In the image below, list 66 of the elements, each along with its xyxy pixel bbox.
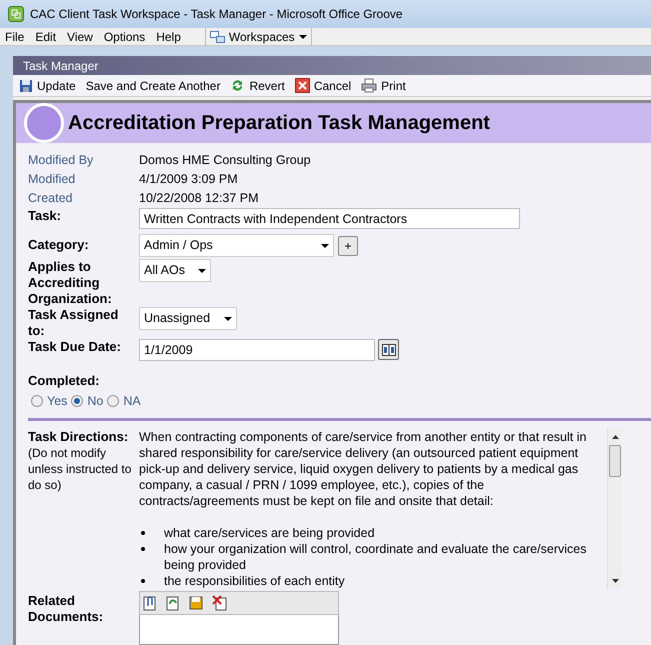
meta-label: Created [28,190,74,208]
radio-button[interactable] [31,395,43,407]
meta-value: Domos HME Consulting Group [139,152,311,170]
menu-item[interactable]: Options [104,28,146,46]
radio-button[interactable] [71,395,84,407]
radio-option[interactable]: Yes [31,392,68,410]
scroll-thumb[interactable] [609,445,621,477]
calendar-icon [382,344,396,356]
menu-item[interactable]: Help [156,28,181,46]
menu-item[interactable]: File [5,28,24,46]
caret-icon [198,268,206,272]
toolbar-button[interactable]: Print [361,76,406,94]
calendar-button[interactable] [378,339,399,360]
close-icon [294,78,310,93]
field-label: Category: [28,237,90,253]
menu-item[interactable]: View [67,28,93,46]
field-label: Task Directions: [28,429,130,445]
bullet-icon [141,579,145,583]
directions-text: When contracting components of care/service from another entity or that result in shared responsibility for care/service delivery (an outsourced patient equipment pick-up and delivery service, liquid oxygen delivery to patients by a medical gas company, a casual / PRN / 1099 employee, etc.), copies of the contracts/agreements must be kept on file and onsite that detail: [139,429,588,509]
due-date-field[interactable]: 1/1/2009 [139,339,375,361]
task-field[interactable]: Written Contracts with Independent Contractors [139,208,520,229]
field-label: Related Documents: [28,593,104,626]
directions-note: (Do not modify unless instructed to do so) [28,445,132,493]
field-label: Completed: [28,373,100,389]
bullet-text: what care/services are being provided [164,525,375,541]
category-dropdown[interactable]: Admin / Ops [139,234,334,257]
meta-value: 10/22/2008 12:37 PM [139,190,259,208]
field-label: Task Due Date: [28,339,122,355]
field-label: Task Assigned to: [28,307,120,339]
field-label: Applies to Accrediting Organization: [28,259,113,307]
field-label: Task: [28,208,62,224]
bullet-icon [141,531,145,535]
radio-option[interactable]: No [71,392,104,410]
save-icon [19,78,33,92]
delete-icon[interactable] [212,595,228,611]
panel-title: Task Manager [23,58,98,74]
scrollbar[interactable] [607,429,622,589]
bullet-text: the responsibilities of each entity [164,573,345,589]
bullet-icon [141,547,145,551]
radio-option[interactable]: NA [107,392,141,410]
toolbar-button[interactable]: Save and Create Another [86,76,220,94]
windows-icon [210,30,225,42]
down-arrow-icon[interactable] [612,579,618,583]
menu-item[interactable]: Edit [35,28,56,46]
caret-icon [298,34,307,38]
meta-label: Modified [28,171,76,188]
radio-button[interactable] [107,395,120,407]
printer-icon [361,78,378,93]
form-heading: Accreditation Preparation Task Management [68,111,490,136]
add-button[interactable]: + [338,236,358,256]
window-title: CAC Client Task Workspace - Task Manager - Microsoft Office Groove [30,6,403,23]
applies-to-dropdown[interactable]: All AOs [139,259,211,282]
toolbar-button[interactable]: Update [19,76,76,94]
workspaces-button[interactable]: Workspaces [204,28,312,46]
app-icon [8,6,24,22]
assigned-to-dropdown[interactable]: Unassigned [139,307,237,330]
attach-icon[interactable] [143,595,157,611]
toolbar-button[interactable]: Revert [230,76,285,94]
toolbar-button[interactable]: Cancel [294,76,352,94]
meta-value: 4/1/2009 3:09 PM [139,171,238,188]
up-arrow-icon[interactable] [612,435,618,439]
meta-label: Modified By [28,152,94,170]
caret-icon [224,316,232,320]
save-icon[interactable] [189,596,203,610]
refresh-icon[interactable] [166,595,180,611]
caret-icon [321,244,329,248]
